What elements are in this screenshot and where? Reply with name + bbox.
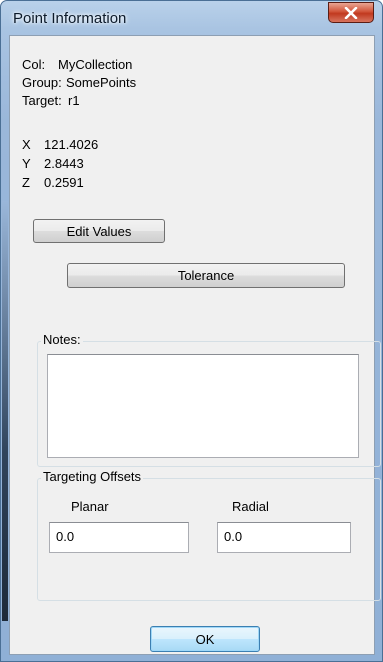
group-label: Group: bbox=[22, 75, 62, 90]
title-bar[interactable]: Point Information bbox=[1, 1, 382, 35]
coord-z-label: Z bbox=[22, 175, 30, 190]
tolerance-button[interactable]: Tolerance bbox=[67, 263, 345, 288]
window-edge-shadow bbox=[2, 201, 8, 621]
notes-textarea[interactable] bbox=[47, 354, 359, 458]
target-label: Target: bbox=[22, 93, 62, 108]
coord-x-row: X 121.4026 bbox=[22, 137, 222, 153]
group-value: SomePoints bbox=[66, 75, 137, 90]
radial-label: Radial bbox=[232, 499, 269, 514]
group-row: Group: SomePoints bbox=[22, 75, 222, 91]
coord-y-label: Y bbox=[22, 156, 31, 171]
target-value: r1 bbox=[68, 93, 80, 108]
targeting-offsets-label: Targeting Offsets bbox=[41, 469, 144, 484]
dialog-client-area: Col: MyCollection Group: SomePoints Targ… bbox=[9, 35, 381, 655]
coord-z-value: 0.2591 bbox=[44, 175, 84, 190]
window-title: Point Information bbox=[13, 10, 127, 27]
close-icon bbox=[344, 6, 358, 19]
collection-label: Col: bbox=[22, 57, 46, 72]
target-row: Target: r1 bbox=[22, 93, 222, 109]
notes-label: Notes: bbox=[41, 332, 83, 347]
coord-y-value: 2.8443 bbox=[44, 156, 84, 171]
collection-value: MyCollection bbox=[58, 57, 133, 72]
radial-input[interactable]: 0.0 bbox=[217, 522, 351, 553]
coord-z-row: Z 0.2591 bbox=[22, 175, 222, 191]
planar-label: Planar bbox=[71, 499, 109, 514]
dialog-window: Point Information Col: MyCollection Grou… bbox=[0, 0, 383, 662]
coord-y-row: Y 2.8443 bbox=[22, 156, 222, 172]
collection-row: Col: MyCollection bbox=[22, 57, 222, 73]
close-button[interactable] bbox=[328, 2, 374, 23]
coord-x-value: 121.4026 bbox=[44, 137, 99, 152]
planar-input[interactable]: 0.0 bbox=[49, 522, 189, 553]
ok-button[interactable]: OK bbox=[150, 626, 260, 652]
edit-values-button[interactable]: Edit Values bbox=[33, 219, 165, 243]
coord-x-label: X bbox=[22, 137, 31, 152]
